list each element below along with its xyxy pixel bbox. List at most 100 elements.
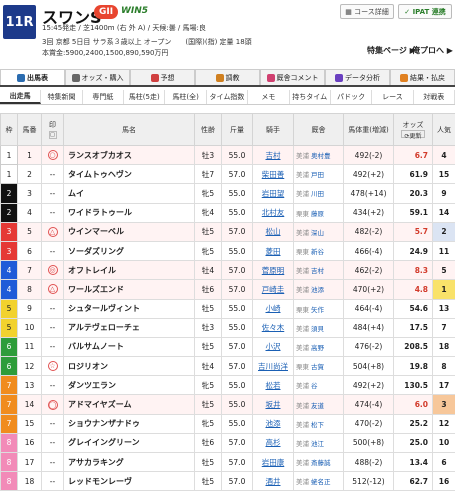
trainer-name[interactable]: 池添 xyxy=(311,286,324,294)
horse-name[interactable]: アルテヴェローチェ xyxy=(64,318,195,337)
table-row[interactable]: 816--グレイイングリーン牡657.0高杉美浦池江500(+8)25.010 xyxy=(1,433,455,452)
jockey-cell[interactable]: 吉川尚洋 xyxy=(253,357,294,376)
trainer-cell[interactable]: 美浦高野 xyxy=(294,337,344,356)
table-row[interactable]: 59--シュタールヴィント牡555.0小崎栗東矢作464(-4)54.613 xyxy=(1,299,455,318)
table-row[interactable]: 715--ショウナンザナドゥ牝555.0池添美浦松下470(-2)25.212 xyxy=(1,414,455,433)
jockey-cell[interactable]: 岩田康 xyxy=(253,453,294,472)
subtab-3[interactable]: 馬柱(5走) xyxy=(124,90,165,104)
trainer-name[interactable]: 古賀 xyxy=(311,363,324,371)
odds-update-button[interactable]: ⟳更新 xyxy=(401,130,424,138)
jockey-cell[interactable]: 柴田善 xyxy=(253,165,294,184)
horse-name[interactable]: ウインマーベル xyxy=(64,222,195,241)
subtab-1[interactable]: 特集新聞 xyxy=(41,90,82,104)
jockey-cell[interactable]: 小崎 xyxy=(253,299,294,318)
mark-icon[interactable]: △ xyxy=(48,284,58,294)
mark-icon[interactable]: △ xyxy=(48,227,58,237)
table-row[interactable]: 713--ダンツエラン牝555.0松若美浦谷492(+2)130.517 xyxy=(1,376,455,395)
tab-2[interactable]: 予想 xyxy=(130,69,195,85)
horse-name[interactable]: ロジリオン xyxy=(64,357,195,376)
jockey-cell[interactable]: 岩田望 xyxy=(253,184,294,203)
table-row[interactable]: 818--レッドモンレーヴ牡557.0酒井美浦蛯名正512(-12)62.716 xyxy=(1,472,455,491)
trainer-cell[interactable]: 美浦池添 xyxy=(294,280,344,299)
horse-name[interactable]: オフトレイル xyxy=(64,261,195,280)
jockey-cell[interactable]: 北村友 xyxy=(253,203,294,222)
table-row[interactable]: 36--ソーダズリング牝555.0菱田栗東新谷466(-4)24.911 xyxy=(1,241,455,260)
tab-0[interactable]: 出馬表 xyxy=(0,69,65,85)
trainer-name[interactable]: 蛯名正 xyxy=(311,478,331,486)
jockey-cell[interactable]: 菱田 xyxy=(253,241,294,260)
horse-name[interactable]: ソーダズリング xyxy=(64,241,195,260)
trainer-cell[interactable]: 美浦池江 xyxy=(294,433,344,452)
table-row[interactable]: 23--ムイ牝555.0岩田望美浦川田478(+14)20.39 xyxy=(1,184,455,203)
mark-icon[interactable]: ◎ xyxy=(48,265,58,275)
trainer-cell[interactable]: 栗東藤原 xyxy=(294,203,344,222)
trainer-name[interactable]: 友道 xyxy=(311,402,324,410)
mark-icon[interactable]: ☆ xyxy=(48,361,58,371)
tab-5[interactable]: データ分析 xyxy=(325,69,390,85)
jockey-cell[interactable]: 戸崎圭 xyxy=(253,280,294,299)
table-row[interactable]: 714◯アドマイヤズーム牡555.0坂井美浦友道474(-4)6.03 xyxy=(1,395,455,414)
table-row[interactable]: 611--バルサムノート牡557.0小沢美浦高野476(-2)208.518 xyxy=(1,337,455,356)
horse-name[interactable]: バルサムノート xyxy=(64,337,195,356)
table-row[interactable]: 47◎オフトレイル牡457.0菅原明美浦吉村462(-2)8.35 xyxy=(1,261,455,280)
trainer-cell[interactable]: 美浦須貝 xyxy=(294,318,344,337)
tab-3[interactable]: 調教 xyxy=(195,69,260,85)
horse-name[interactable]: ダンツエラン xyxy=(64,376,195,395)
horse-name[interactable]: グレイイングリーン xyxy=(64,433,195,452)
prediction-link[interactable]: 俺プロへ ▶ xyxy=(412,45,453,56)
table-row[interactable]: 35△ウインマーベル牡557.0松山美浦深山482(-2)5.72 xyxy=(1,222,455,241)
subtab-6[interactable]: メモ xyxy=(248,90,289,104)
trainer-cell[interactable]: 栗東矢作 xyxy=(294,299,344,318)
trainer-cell[interactable]: 美浦松下 xyxy=(294,414,344,433)
tab-1[interactable]: オッズ・購入 xyxy=(65,69,130,85)
subtab-9[interactable]: レース xyxy=(372,90,413,104)
jockey-cell[interactable]: 高杉 xyxy=(253,433,294,452)
trainer-cell[interactable]: 美浦川田 xyxy=(294,184,344,203)
trainer-cell[interactable]: 美浦深山 xyxy=(294,222,344,241)
trainer-name[interactable]: 斎藤誠 xyxy=(311,459,331,467)
trainer-name[interactable]: 新谷 xyxy=(311,248,324,256)
jockey-cell[interactable]: 松若 xyxy=(253,376,294,395)
table-row[interactable]: 612☆ロジリオン牡457.0吉川尚洋栗東古賀504(+8)19.88 xyxy=(1,357,455,376)
trainer-name[interactable]: 矢作 xyxy=(311,306,324,314)
table-row[interactable]: 11○ランスオブカオス牡355.0吉村美浦奥村豊492(-2)6.74 xyxy=(1,146,455,165)
subtab-2[interactable]: 専門紙 xyxy=(83,90,124,104)
subtab-5[interactable]: タイム指数 xyxy=(207,90,248,104)
trainer-cell[interactable]: 美浦吉村 xyxy=(294,261,344,280)
tab-4[interactable]: 厩舎コメント xyxy=(260,69,325,85)
trainer-name[interactable]: 吉村 xyxy=(311,267,324,275)
jockey-cell[interactable]: 小沢 xyxy=(253,337,294,356)
trainer-name[interactable]: 須貝 xyxy=(311,325,324,333)
subtab-8[interactable]: パドック xyxy=(331,90,372,104)
trainer-cell[interactable]: 美浦友道 xyxy=(294,395,344,414)
horse-name[interactable]: アドマイヤズーム xyxy=(64,395,195,414)
table-row[interactable]: 510--アルテヴェローチェ牡355.0佐々木美浦須貝484(+4)17.57 xyxy=(1,318,455,337)
horse-name[interactable]: レッドモンレーヴ xyxy=(64,472,195,491)
trainer-name[interactable]: 奥村豊 xyxy=(311,152,331,160)
horse-name[interactable]: ワイドラトゥール xyxy=(64,203,195,222)
horse-name[interactable]: ワールズエンド xyxy=(64,280,195,299)
horse-name[interactable]: ムイ xyxy=(64,184,195,203)
trainer-name[interactable]: 戸田 xyxy=(311,171,324,179)
trainer-cell[interactable]: 美浦戸田 xyxy=(294,165,344,184)
ipat-link-button[interactable]: ✓ IPAT 連携 xyxy=(398,4,452,19)
jockey-cell[interactable]: 坂井 xyxy=(253,395,294,414)
jockey-cell[interactable]: 酒井 xyxy=(253,472,294,491)
trainer-name[interactable]: 松下 xyxy=(311,421,324,429)
jockey-cell[interactable]: 吉村 xyxy=(253,146,294,165)
table-row[interactable]: 817--アサカラキング牡557.0岩田康美浦斎藤誠488(-2)13.46 xyxy=(1,453,455,472)
mark-icon[interactable]: ◯ xyxy=(48,400,58,410)
subtab-7[interactable]: 持ちタイム xyxy=(290,90,331,104)
special-page-link[interactable]: 特集ページ ▶ xyxy=(367,45,416,56)
horse-name[interactable]: タイムトゥヘヴン xyxy=(64,165,195,184)
jockey-cell[interactable]: 菅原明 xyxy=(253,261,294,280)
subtab-0[interactable]: 出走馬 xyxy=(0,90,41,104)
table-row[interactable]: 48△ワールズエンド牡657.0戸崎圭美浦池添470(+2)4.81 xyxy=(1,280,455,299)
course-detail-button[interactable]: ▦ コース詳細 xyxy=(340,4,394,19)
horse-name[interactable]: アサカラキング xyxy=(64,453,195,472)
trainer-name[interactable]: 池江 xyxy=(311,440,324,448)
horse-name[interactable]: ランスオブカオス xyxy=(64,146,195,165)
trainer-name[interactable]: 藤原 xyxy=(311,210,324,218)
table-row[interactable]: 24--ワイドラトゥール牝455.0北村友栗東藤原434(+2)59.114 xyxy=(1,203,455,222)
trainer-cell[interactable]: 美浦斎藤誠 xyxy=(294,453,344,472)
